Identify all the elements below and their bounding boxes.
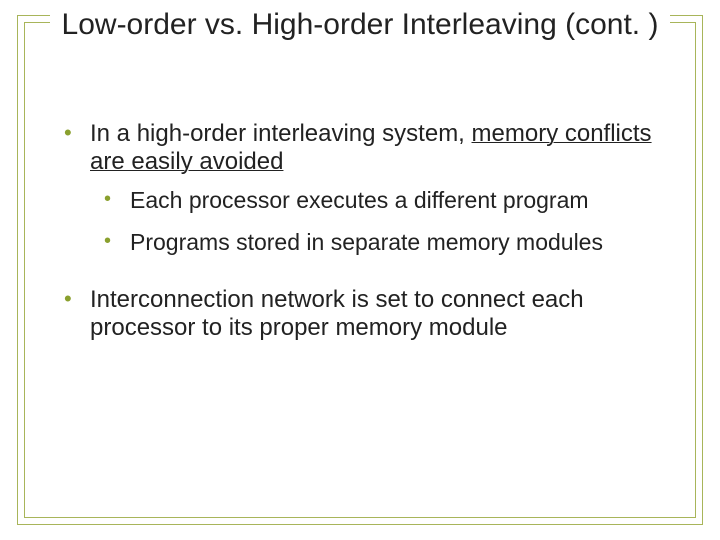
sub-bullet-1a: Each processor executes a different prog… [102, 187, 672, 215]
bullet-1: In a high-order interleaving system, mem… [60, 120, 672, 256]
bullet-2: Interconnection network is set to connec… [60, 286, 672, 341]
bullet-2-text: Interconnection network is set to connec… [90, 286, 584, 341]
slide-title: Low-order vs. High-order Interleaving (c… [50, 8, 670, 43]
bullet-1-text: In a high-order interleaving system, [90, 120, 472, 147]
slide-body: In a high-order interleaving system, mem… [60, 120, 672, 372]
sub-bullet-1b: Programs stored in separate memory modul… [102, 229, 672, 257]
slide: Low-order vs. High-order Interleaving (c… [0, 0, 720, 540]
